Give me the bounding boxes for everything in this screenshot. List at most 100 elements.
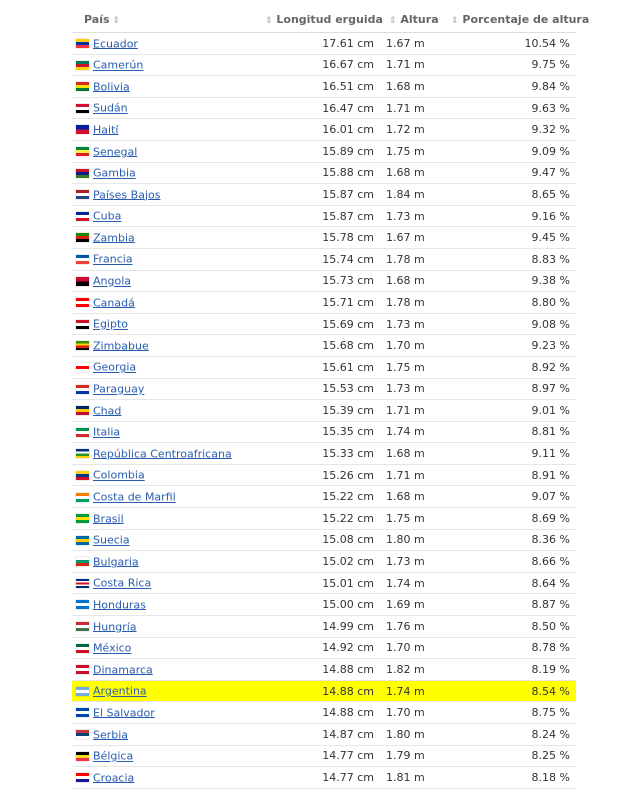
header-height[interactable]: ⇕ Altura <box>380 6 442 33</box>
country-link[interactable]: Brasil <box>93 512 124 525</box>
country-link[interactable]: Croacia <box>93 771 134 784</box>
country-link[interactable]: Senegal <box>93 145 137 158</box>
country-link[interactable]: El Salvador <box>93 706 155 719</box>
height-cell: 1.68 m <box>380 75 442 98</box>
country-link[interactable]: Serbia <box>93 728 128 741</box>
table-row: Brasil 15.22 cm 1.75 m 8.69 % <box>72 507 576 530</box>
country-link[interactable]: Angola <box>93 275 131 288</box>
height-cell: 1.73 m <box>380 205 442 228</box>
table-row: El Salvador 14.88 cm 1.70 m 8.75 % <box>72 701 576 724</box>
length-cell: 14.88 cm <box>256 701 380 724</box>
header-height-label: Altura <box>400 12 439 26</box>
country-link[interactable]: Argentina <box>93 685 147 698</box>
country-link[interactable]: Egipto <box>93 318 128 331</box>
sort-icon[interactable]: ⇕ <box>113 16 121 26</box>
flag-icon <box>76 341 89 351</box>
height-cell: 1.67 m <box>380 32 442 55</box>
country-cell: Serbia <box>72 723 256 746</box>
country-link[interactable]: Suecia <box>93 534 130 547</box>
flag-icon <box>76 751 89 761</box>
country-link[interactable]: Colombia <box>93 469 145 482</box>
flag-icon <box>76 319 89 329</box>
flag-icon <box>76 514 89 524</box>
flag-icon <box>76 298 89 308</box>
height-cell: 1.68 m <box>380 442 442 465</box>
country-link[interactable]: Sudán <box>93 102 128 115</box>
height-cell: 1.74 m <box>380 572 442 595</box>
height-cell: 1.78 m <box>380 291 442 314</box>
country-link[interactable]: Dinamarca <box>93 663 153 676</box>
height-cell: 1.74 m <box>380 421 442 444</box>
country-link[interactable]: Bulgaria <box>93 555 139 568</box>
country-cell: Egipto <box>72 313 256 336</box>
percent-cell: 9.63 % <box>442 97 576 120</box>
country-link[interactable]: Canadá <box>93 296 135 309</box>
table-row: Bulgaria 15.02 cm 1.73 m 8.66 % <box>72 550 576 573</box>
country-link[interactable]: Italia <box>93 426 120 439</box>
length-cell: 15.39 cm <box>256 399 380 422</box>
flag-icon <box>76 60 89 70</box>
country-link[interactable]: Cuba <box>93 210 121 223</box>
length-cell: 15.33 cm <box>256 442 380 465</box>
height-cell: 1.68 m <box>380 162 442 185</box>
country-cell: Brasil <box>72 507 256 530</box>
height-cell: 1.68 m <box>380 270 442 293</box>
country-cell: Ecuador <box>72 32 256 55</box>
country-cell: México <box>72 637 256 660</box>
country-link[interactable]: Honduras <box>93 598 146 611</box>
percent-cell: 9.11 % <box>442 442 576 465</box>
country-cell: Camerún <box>72 54 256 77</box>
header-percent[interactable]: ⇕ Porcentaje de altura <box>442 6 589 33</box>
country-link[interactable]: República Centroafricana <box>93 447 232 460</box>
table-row: Gambia 15.88 cm 1.68 m 9.47 % <box>72 162 576 185</box>
header-country[interactable]: País ⇕ <box>72 6 256 33</box>
country-link[interactable]: Costa de Marfil <box>93 491 176 504</box>
country-cell: Cuba <box>72 205 256 228</box>
sort-icon[interactable]: ⇕ <box>265 16 273 26</box>
country-link[interactable]: México <box>93 642 131 655</box>
country-link[interactable]: Bolivia <box>93 80 130 93</box>
country-link[interactable]: Gambia <box>93 167 136 180</box>
table-row: Ecuador 17.61 cm 1.67 m 10.54 % <box>72 32 576 55</box>
percent-cell: 8.92 % <box>442 356 576 379</box>
table-row: República Centroafricana 15.33 cm 1.68 m 9.… <box>72 442 576 465</box>
length-cell: 16.51 cm <box>256 75 380 98</box>
table-row: Canadá 15.71 cm 1.78 m 8.80 % <box>72 291 576 314</box>
percent-cell: 8.69 % <box>442 507 576 530</box>
percent-cell: 8.65 % <box>442 183 576 206</box>
flag-icon <box>76 643 89 653</box>
country-link[interactable]: Camerún <box>93 59 143 72</box>
country-link[interactable]: Georgia <box>93 361 136 374</box>
flag-icon <box>76 578 89 588</box>
flag-icon <box>76 211 89 221</box>
height-cell: 1.75 m <box>380 140 442 163</box>
flag-icon <box>76 600 89 610</box>
flag-icon <box>76 125 89 135</box>
sort-icon[interactable]: ⇕ <box>451 16 459 26</box>
table-row: Senegal 15.89 cm 1.75 m 9.09 % <box>72 140 576 163</box>
country-link[interactable]: Países Bajos <box>93 188 160 201</box>
country-link[interactable]: Bélgica <box>93 750 133 763</box>
sort-icon[interactable]: ⇕ <box>389 16 397 26</box>
country-link[interactable]: Chad <box>93 404 121 417</box>
country-link[interactable]: Zimbabue <box>93 339 149 352</box>
country-link[interactable]: Haití <box>93 123 118 136</box>
country-cell: República Centroafricana <box>72 442 256 465</box>
country-link[interactable]: Francia <box>93 253 133 266</box>
height-cell: 1.81 m <box>380 766 442 789</box>
country-link[interactable]: Costa Rica <box>93 577 151 590</box>
percent-cell: 9.09 % <box>442 140 576 163</box>
length-cell: 15.61 cm <box>256 356 380 379</box>
flag-icon <box>76 730 89 740</box>
country-link[interactable]: Ecuador <box>93 37 138 50</box>
height-cell: 1.78 m <box>380 248 442 271</box>
country-link[interactable]: Zambia <box>93 231 135 244</box>
header-length[interactable]: ⇕ Longitud erguida <box>256 6 383 33</box>
country-cell: Francia <box>72 248 256 271</box>
country-link[interactable]: Paraguay <box>93 383 144 396</box>
country-cell: Bolivia <box>72 75 256 98</box>
country-link[interactable]: Hungría <box>93 620 137 633</box>
height-cell: 1.74 m <box>380 680 442 703</box>
height-cell: 1.82 m <box>380 658 442 681</box>
table-row: México 14.92 cm 1.70 m 8.78 % <box>72 637 576 660</box>
